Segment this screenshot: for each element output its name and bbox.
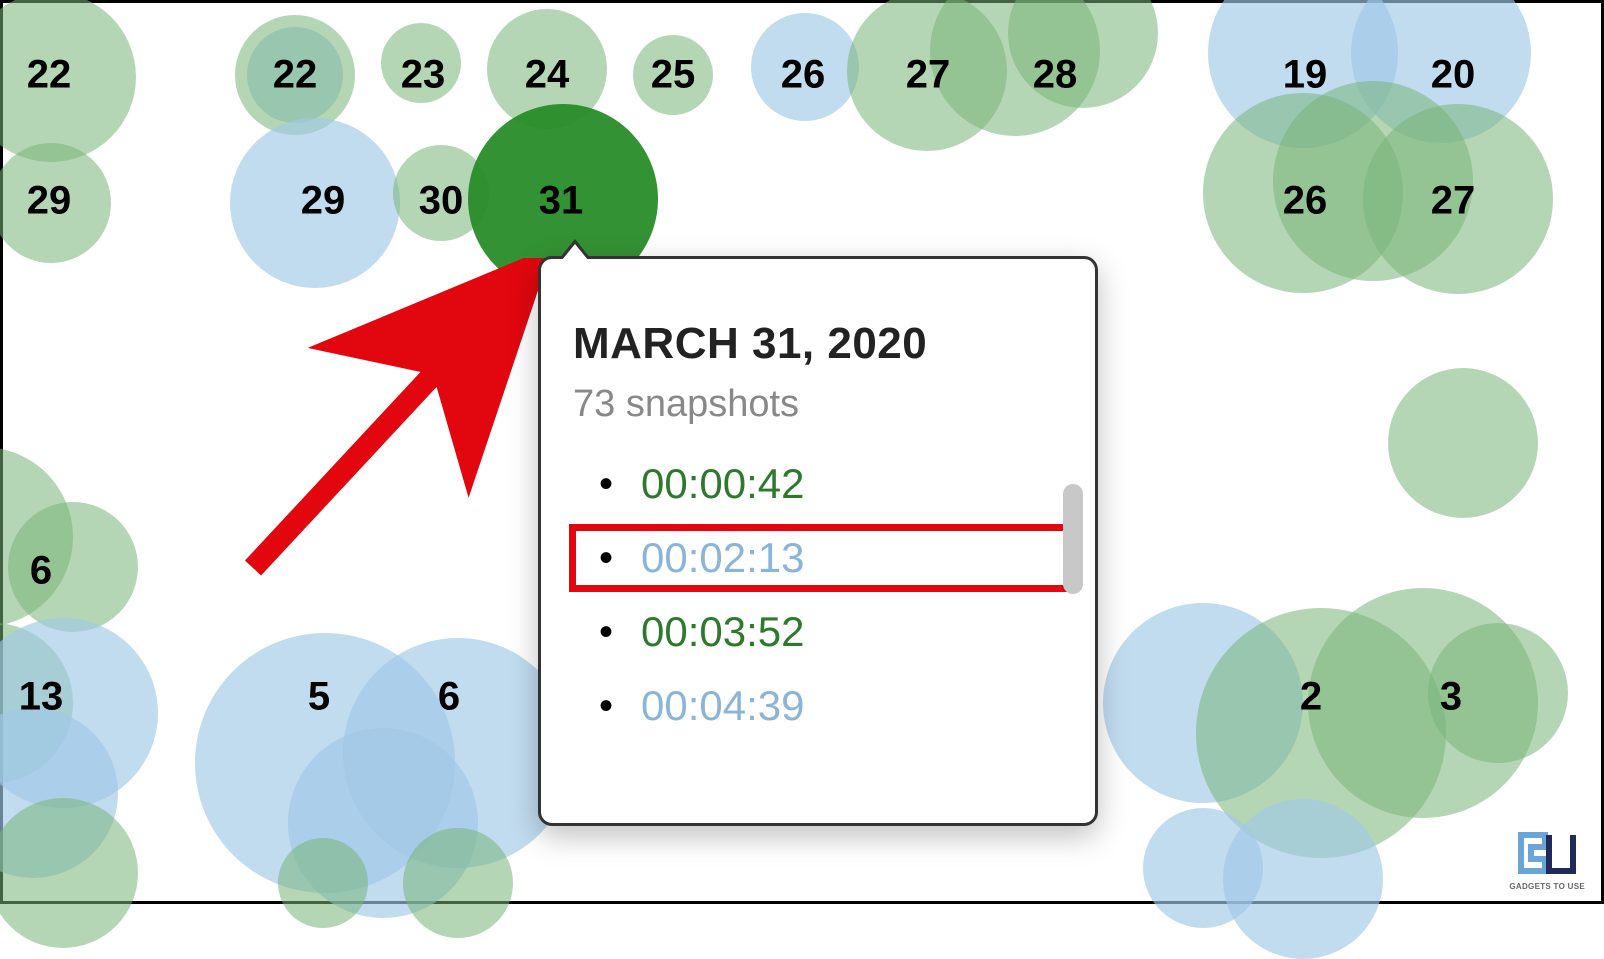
snapshot-bubble [1388, 368, 1538, 518]
calendar-day[interactable]: 20 [1431, 53, 1476, 98]
calendar-day[interactable]: 22 [273, 53, 318, 98]
snapshot-item: 00:04:39 [573, 676, 1070, 736]
snapshot-bubble [0, 708, 118, 878]
snapshot-bubble [1143, 808, 1263, 928]
snapshot-bubble [288, 728, 478, 918]
snapshot-item: 00:02:13 [573, 528, 1070, 588]
calendar-day[interactable]: 22 [27, 53, 72, 98]
calendar-day[interactable]: 3 [1440, 675, 1462, 720]
snapshot-link[interactable]: 00:02:13 [641, 534, 805, 582]
calendar-day[interactable]: 25 [651, 53, 696, 98]
snapshot-bubble [1308, 588, 1538, 818]
calendar-day[interactable]: 13 [19, 675, 64, 720]
snapshot-bubble [1103, 603, 1303, 803]
popup-scrollbar-track[interactable] [1063, 484, 1083, 794]
snapshot-bubble [403, 828, 513, 938]
calendar-day[interactable]: 26 [781, 53, 826, 98]
snapshot-count-label: 73 snapshots [573, 383, 1070, 426]
calendar-day[interactable]: 28 [1033, 53, 1078, 98]
calendar-day[interactable]: 27 [1431, 179, 1476, 224]
snapshot-bubble [1196, 608, 1446, 858]
snapshot-link[interactable]: 00:00:42 [641, 460, 805, 508]
snapshot-item: 00:00:42 [573, 454, 1070, 514]
calendar-day[interactable]: 31 [539, 179, 584, 224]
snapshot-bubble [1223, 799, 1383, 959]
calendar-day[interactable]: 6 [30, 549, 52, 594]
snapshot-bubble [278, 838, 368, 928]
snapshot-bubble [0, 447, 73, 627]
calendar-day[interactable]: 23 [401, 53, 446, 98]
calendar-day[interactable]: 5 [308, 675, 330, 720]
snapshot-popup: MARCH 31, 2020 73 snapshots 00:00:4200:0… [538, 256, 1098, 826]
snapshot-link[interactable]: 00:03:52 [641, 608, 805, 656]
calendar-day[interactable]: 29 [27, 179, 72, 224]
snapshot-bubble [195, 633, 455, 893]
calendar-day[interactable]: 26 [1283, 179, 1328, 224]
calendar-day[interactable]: 2 [1300, 675, 1322, 720]
snapshot-item: 00:03:52 [573, 602, 1070, 662]
calendar-day[interactable]: 30 [419, 179, 464, 224]
calendar-day[interactable]: 29 [301, 179, 346, 224]
calendar-day[interactable]: 24 [525, 53, 570, 98]
snapshot-bubble [1008, 0, 1158, 108]
calendar-day[interactable]: 27 [906, 53, 951, 98]
watermark-logo: GADGETS TO USE [1509, 829, 1585, 891]
watermark-text: GADGETS TO USE [1509, 882, 1585, 891]
calendar-day[interactable]: 6 [438, 675, 460, 720]
popup-scrollbar-thumb[interactable] [1063, 484, 1083, 594]
snapshot-bubble [8, 502, 138, 632]
calendar-day[interactable]: 19 [1283, 53, 1328, 98]
popup-date-title: MARCH 31, 2020 [573, 319, 1070, 369]
snapshot-bubble [0, 798, 138, 948]
snapshot-link[interactable]: 00:04:39 [641, 682, 805, 730]
snapshot-list: 00:00:42 00:02:13 00:03:52 00:04:39 [573, 454, 1070, 736]
